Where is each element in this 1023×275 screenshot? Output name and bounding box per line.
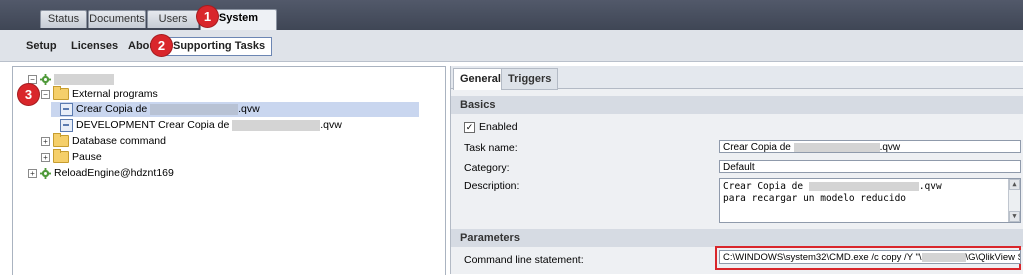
folder-icon [53, 133, 69, 148]
task-icon [60, 102, 73, 116]
tree-item-database-command[interactable]: + Database command [41, 133, 166, 149]
tree-label-suffix: .qvw [320, 119, 342, 131]
section-parameters: Parameters [451, 229, 1023, 247]
redacted-text [232, 119, 321, 131]
command-line-suffix: \G\QlikView Stora [965, 252, 1020, 263]
top-navigation-bar: Status Documents Users System [0, 0, 1023, 31]
step-marker-3: 3 [18, 84, 39, 105]
description-scrollbar[interactable]: ▲ ▼ [1008, 179, 1020, 222]
tree-label-reload-engine: ReloadEngine@hdznt169 [54, 167, 174, 179]
tab-users[interactable]: Users [147, 10, 199, 28]
task-name-input[interactable]: Crear Copia de .qvw [719, 140, 1021, 153]
command-line-value: C:\WINDOWS\system32\CMD.exe /c copy /Y "… [723, 252, 922, 263]
task-name-suffix: .qvw [879, 142, 901, 153]
command-line-input[interactable]: C:\WINDOWS\system32\CMD.exe /c copy /Y "… [719, 250, 1021, 264]
enabled-checkbox-row[interactable]: ✓ Enabled [464, 121, 518, 133]
description-suffix: .qvw [918, 181, 942, 192]
gear-icon [40, 73, 51, 85]
tab-triggers[interactable]: Triggers [501, 68, 559, 90]
scroll-down-icon[interactable]: ▼ [1009, 211, 1020, 222]
category-label: Category: [464, 162, 510, 174]
category-input[interactable]: Default [719, 160, 1021, 173]
command-line-label: Command line statement: [464, 254, 584, 266]
redacted-text [808, 182, 919, 191]
folder-icon [53, 149, 69, 164]
tree-item-pause[interactable]: + Pause [41, 149, 102, 165]
tree-label-development: DEVELOPMENT Crear Copia de [76, 119, 230, 131]
scroll-up-icon[interactable]: ▲ [1009, 179, 1020, 190]
folder-open-icon [53, 86, 69, 101]
redacted-text [921, 252, 966, 262]
expand-icon[interactable]: + [41, 136, 50, 146]
tree-item-reload-engine[interactable]: + ReloadEngine@hdznt169 [28, 166, 174, 181]
tree-label-external-programs: External programs [72, 88, 158, 100]
task-icon [60, 118, 73, 132]
description-label: Description: [464, 180, 520, 192]
step-marker-1: 1 [197, 6, 218, 27]
tree-root-node[interactable]: − [28, 72, 114, 87]
tree-item-development-crear-copia[interactable]: DEVELOPMENT Crear Copia de .qvw [51, 118, 342, 133]
tab-status[interactable]: Status [40, 10, 87, 28]
tab-supporting-tasks[interactable]: Supporting Tasks [166, 37, 273, 56]
redacted-text [793, 142, 880, 152]
section-basics: Basics [451, 96, 1023, 114]
expand-icon[interactable]: + [41, 152, 50, 162]
task-tree-panel: − − External programs Crear Copia de .qvw… [12, 66, 446, 275]
tree-label-crear-copia: Crear Copia de [76, 103, 148, 115]
tab-licenses[interactable]: Licenses [71, 38, 118, 54]
description-textarea[interactable]: Crear Copia de .qvw para recargar un mod… [719, 178, 1021, 223]
step-marker-2: 2 [151, 35, 172, 56]
task-name-label: Task name: [464, 142, 518, 154]
task-properties-panel: General Triggers Basics ✓ Enabled Task na… [450, 66, 1023, 274]
tree-label-pause: Pause [72, 151, 102, 163]
redacted-text [150, 103, 239, 115]
collapse-icon[interactable]: − [41, 89, 50, 99]
description-line1: Crear Copia de [723, 181, 804, 192]
enabled-label: Enabled [479, 121, 518, 133]
tree-item-external-programs[interactable]: − External programs [41, 86, 158, 102]
expand-icon[interactable]: + [28, 168, 37, 178]
tab-general[interactable]: General [453, 68, 508, 90]
tree-item-crear-copia[interactable]: Crear Copia de .qvw [51, 102, 419, 117]
tab-setup[interactable]: Setup [26, 38, 57, 54]
collapse-icon[interactable]: − [28, 74, 37, 84]
tab-documents[interactable]: Documents [88, 10, 146, 28]
redacted-server-name [54, 73, 114, 85]
description-line2: para recargar un modelo reducido [723, 193, 907, 204]
task-name-value: Crear Copia de [723, 142, 791, 153]
tree-label-suffix: .qvw [238, 103, 260, 115]
enabled-checkbox[interactable]: ✓ [464, 121, 475, 133]
gear-icon [40, 167, 51, 179]
tree-label-database-command: Database command [72, 135, 166, 147]
